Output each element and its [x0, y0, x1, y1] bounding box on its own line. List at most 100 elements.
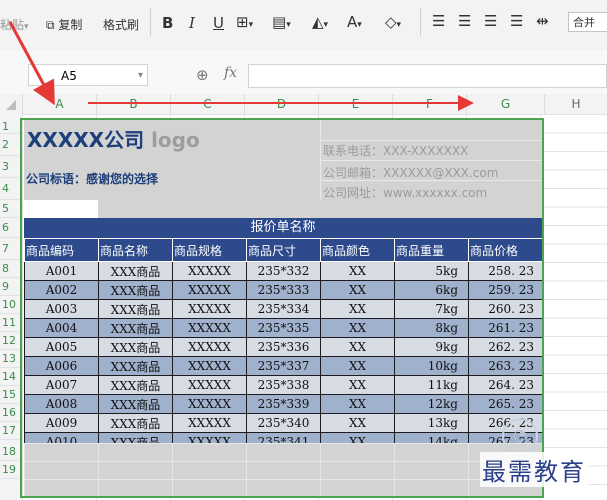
cell-spec[interactable]: XXXXX	[172, 413, 247, 433]
bold-icon[interactable]: B	[162, 14, 173, 32]
format-painter-button[interactable]: 格式刷	[103, 16, 139, 33]
cell-name[interactable]: XXX商品	[98, 337, 173, 357]
cell-name[interactable]: XXX商品	[98, 413, 173, 433]
cell-price[interactable]: 262. 23	[468, 337, 543, 357]
cell-weight[interactable]: 6kg	[394, 280, 469, 300]
column-header-e[interactable]: E	[318, 94, 392, 114]
cell-code[interactable]: A008	[24, 394, 99, 414]
cell-spec[interactable]: XXXXX	[172, 318, 247, 338]
column-header-h[interactable]: H	[544, 94, 607, 114]
cell-color[interactable]: XX	[320, 394, 395, 414]
header-name[interactable]: 商品名称	[98, 238, 173, 262]
column-header-b[interactable]: B	[96, 94, 170, 114]
row-header-18[interactable]: 18	[0, 443, 22, 461]
cell-spec[interactable]: XXXXX	[172, 261, 247, 281]
cell-size[interactable]: 235*337	[246, 356, 321, 376]
row-header-2[interactable]: 2	[0, 134, 22, 156]
column-header-a[interactable]: A	[22, 94, 96, 114]
merge-button[interactable]: 合并	[568, 12, 607, 32]
header-code[interactable]: 商品编码	[24, 238, 99, 262]
cell-size[interactable]: 235*332	[246, 261, 321, 281]
fill-color-icon[interactable]: ◭▾	[312, 13, 328, 31]
column-header-g[interactable]: G	[466, 94, 544, 114]
row-header-5[interactable]: 5	[0, 200, 22, 218]
fx-icon[interactable]: fx	[224, 65, 237, 81]
header-price[interactable]: 商品价格	[468, 238, 543, 262]
align-center-icon[interactable]: ☰	[458, 12, 471, 30]
active-cell-a5[interactable]	[24, 200, 98, 218]
cell-price[interactable]: 265. 23	[468, 394, 543, 414]
clear-format-icon[interactable]: ◇▾	[385, 13, 401, 31]
header-color[interactable]: 商品颜色	[320, 238, 395, 262]
column-header-c[interactable]: C	[170, 94, 244, 114]
cell-price[interactable]: 259. 23	[468, 280, 543, 300]
cell-weight[interactable]: 9kg	[394, 337, 469, 357]
row-header-13[interactable]: 13	[0, 350, 22, 368]
cell-code[interactable]: A003	[24, 299, 99, 319]
select-all-corner[interactable]	[0, 94, 22, 114]
cell-spec[interactable]: XXXXX	[172, 280, 247, 300]
cell-weight[interactable]: 10kg	[394, 356, 469, 376]
cell-code[interactable]: A005	[24, 337, 99, 357]
row-header-15[interactable]: 15	[0, 386, 22, 404]
cell-size[interactable]: 235*336	[246, 337, 321, 357]
header-size[interactable]: 商品尺寸	[246, 238, 321, 262]
name-box[interactable]: A5 ▾	[28, 64, 148, 86]
row-header-16[interactable]: 16	[0, 404, 22, 422]
align-left-icon[interactable]: ☰	[432, 12, 445, 30]
cell-color[interactable]: XX	[320, 261, 395, 281]
cell-color[interactable]: XX	[320, 413, 395, 433]
cell-size[interactable]: 235*333	[246, 280, 321, 300]
cell-code[interactable]: A001	[24, 261, 99, 281]
row-header-9[interactable]: 9	[0, 278, 22, 296]
row-header-4[interactable]: 4	[0, 178, 22, 200]
cell-weight[interactable]: 11kg	[394, 375, 469, 395]
cell-code[interactable]: A007	[24, 375, 99, 395]
quotation-title[interactable]: 报价单名称	[24, 218, 542, 238]
cell-color[interactable]: XX	[320, 375, 395, 395]
paste-button[interactable]: 粘贴▾	[0, 16, 29, 33]
cell-price[interactable]: 263. 23	[468, 356, 543, 376]
cell-spec[interactable]: XXXXX	[172, 394, 247, 414]
chevron-down-icon[interactable]: ▾	[138, 65, 143, 87]
row-header-1[interactable]: 1	[0, 120, 22, 134]
font-color-icon[interactable]: A▾	[347, 13, 362, 31]
distributed-align-icon[interactable]: ⇹	[536, 12, 549, 30]
row-5-cells[interactable]	[98, 200, 542, 218]
header-weight[interactable]: 商品重量	[394, 238, 469, 262]
row-header-19[interactable]: 19	[0, 461, 22, 479]
cell-color[interactable]: XX	[320, 337, 395, 357]
italic-icon[interactable]: I	[189, 14, 195, 32]
cell-name[interactable]: XXX商品	[98, 394, 173, 414]
cell-weight[interactable]: 7kg	[394, 299, 469, 319]
row-header-3[interactable]: 3	[0, 156, 22, 178]
cell-size[interactable]: 235*334	[246, 299, 321, 319]
cell-name[interactable]: XXX商品	[98, 280, 173, 300]
row-header-11[interactable]: 11	[0, 314, 22, 332]
cell-weight[interactable]: 8kg	[394, 318, 469, 338]
zoom-icon[interactable]: ⊕	[196, 66, 209, 84]
cell-price[interactable]: 264. 23	[468, 375, 543, 395]
cell-color[interactable]: XX	[320, 356, 395, 376]
cell-color[interactable]: XX	[320, 318, 395, 338]
cell-weight[interactable]: 12kg	[394, 394, 469, 414]
cell-name[interactable]: XXX商品	[98, 261, 173, 281]
cell-color[interactable]: XX	[320, 299, 395, 319]
underline-icon[interactable]: U	[213, 14, 224, 32]
cell-weight[interactable]: 13kg	[394, 413, 469, 433]
row-header-8[interactable]: 8	[0, 260, 22, 278]
cell-size[interactable]: 235*338	[246, 375, 321, 395]
cell-spec[interactable]: XXXXX	[172, 337, 247, 357]
formula-input[interactable]	[248, 64, 607, 88]
cell-spec[interactable]: XXXXX	[172, 375, 247, 395]
cell-code[interactable]: A004	[24, 318, 99, 338]
cell-code[interactable]: A006	[24, 356, 99, 376]
cell-size[interactable]: 235*340	[246, 413, 321, 433]
row-header-12[interactable]: 12	[0, 332, 22, 350]
cell-code[interactable]: A002	[24, 280, 99, 300]
cell-spec[interactable]: XXXXX	[172, 299, 247, 319]
align-right-icon[interactable]: ☰	[484, 12, 497, 30]
cell-price[interactable]: 261. 23	[468, 318, 543, 338]
cell-code[interactable]: A009	[24, 413, 99, 433]
cell-weight[interactable]: 5kg	[394, 261, 469, 281]
